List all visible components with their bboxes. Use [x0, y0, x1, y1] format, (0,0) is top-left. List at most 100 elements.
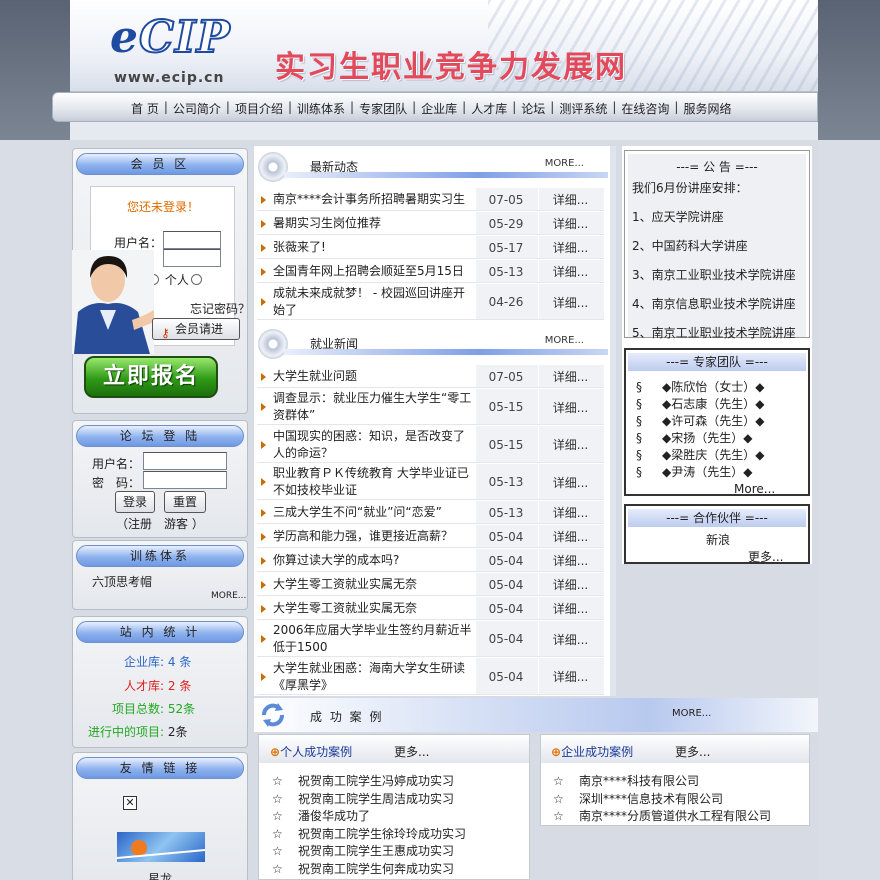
company-case-item-link[interactable]: 深圳****信息技术有限公司: [579, 792, 723, 806]
nav-item[interactable]: 项目介绍: [235, 100, 283, 117]
partners-more[interactable]: 更多...: [748, 548, 783, 565]
forum-username-input[interactable]: [143, 452, 227, 470]
signup-now-button[interactable]: 立即报名: [84, 356, 218, 398]
job-news-detail-link[interactable]: 详细...: [537, 528, 604, 545]
notice-item[interactable]: 4、南京信息职业技术学院讲座: [632, 295, 796, 312]
nav-item[interactable]: 训练体系: [297, 100, 345, 117]
job-news-title-link[interactable]: 你算过读大学的成本吗?: [257, 552, 475, 569]
job-news-title-link[interactable]: 大学生零工资就业实属无奈: [257, 576, 475, 593]
personal-case-item-link[interactable]: 祝贺南工院学生周洁成功实习: [298, 792, 454, 806]
job-news-detail-link[interactable]: 详细...: [537, 576, 604, 593]
forgot-password-link[interactable]: 忘记密码？: [190, 300, 250, 317]
company-case-item-link[interactable]: 南京****科技有限公司: [579, 774, 699, 788]
company-case-item-link[interactable]: 南京****分质管道供水工程有限公司: [579, 809, 771, 823]
expert-name-link[interactable]: ◆陈欣怡（女士）◆: [662, 380, 764, 394]
latest-news-title-link[interactable]: 张薇来了!: [257, 239, 475, 256]
forum-guest-link[interactable]: 游客: [164, 517, 188, 531]
expert-name-link[interactable]: ◆宋扬（先生）◆: [662, 431, 752, 445]
forum-login-button[interactable]: 登录: [115, 491, 155, 513]
forum-reset-button[interactable]: 重置: [164, 491, 206, 513]
job-news-detail-link[interactable]: 详细...: [537, 474, 604, 491]
notice-item[interactable]: 3、南京工业职业技术学院讲座: [632, 266, 796, 283]
job-news-detail-link[interactable]: 详细...: [537, 552, 604, 569]
member-password-input[interactable]: [163, 249, 221, 267]
nav-item[interactable]: 服务网络: [683, 100, 731, 117]
expert-name-link[interactable]: ◆尹涛（先生）◆: [662, 465, 752, 479]
nav-item[interactable]: 人才库: [471, 100, 507, 117]
notice-item[interactable]: 2、中国药科大学讲座: [632, 237, 748, 254]
nav-item[interactable]: 企业库: [421, 100, 457, 117]
personal-cases-link[interactable]: 个人成功案例: [280, 745, 352, 759]
personal-case-item-link[interactable]: 祝贺南工院学生王惠成功实习: [298, 844, 454, 858]
training-item[interactable]: 六顶思考帽: [92, 573, 152, 590]
site-logo[interactable]: eCIP: [110, 11, 231, 64]
partner-sina[interactable]: 新浪: [706, 531, 730, 548]
forum-password-input[interactable]: [143, 471, 227, 489]
job-news-detail-link[interactable]: 详细...: [537, 504, 604, 521]
job-news-title-link[interactable]: 大学生零工资就业实属无奈: [257, 600, 475, 617]
job-news-more[interactable]: MORE...: [545, 335, 584, 346]
nav-separator: |: [612, 100, 617, 114]
nav-item[interactable]: 测评系统: [559, 100, 607, 117]
nav-item[interactable]: 论坛: [521, 100, 545, 117]
latest-news-detail-link[interactable]: 详细...: [537, 239, 604, 256]
latest-news-title-link[interactable]: 暑期实习生岗位推荐: [257, 215, 475, 232]
nav-item[interactable]: 专家团队: [359, 100, 407, 117]
training-more-link[interactable]: MORE...: [211, 591, 246, 601]
latest-news-title-link[interactable]: 成就未来成就梦！ - 校园巡回讲座开始了: [257, 285, 475, 319]
expert-name-link[interactable]: ◆石志康（先生）◆: [662, 397, 764, 411]
latest-news-detail-link[interactable]: 详细...: [537, 294, 604, 311]
member-login-button[interactable]: ⚷ 会员请进: [152, 318, 240, 340]
cases-more[interactable]: MORE...: [672, 708, 711, 719]
latest-news-detail-link[interactable]: 详细...: [537, 191, 604, 208]
latest-news-date: 04-26: [488, 295, 524, 309]
partner-logo-image[interactable]: [116, 832, 206, 862]
latest-news-date: 05-17: [488, 240, 524, 255]
partner-caption[interactable]: 星龙: [148, 870, 172, 880]
job-news-title-link[interactable]: 大学生就业困惑：海南大学女生研读《厚黑学》: [257, 660, 475, 694]
job-news-date: 05-15: [488, 437, 524, 452]
personal-case-item-link[interactable]: 祝贺南工院学生冯婷成功实习: [298, 774, 454, 788]
star-icon: ☆: [272, 844, 283, 858]
nav-item[interactable]: 在线咨询: [621, 100, 669, 117]
broken-image-icon[interactable]: ✕: [123, 796, 137, 810]
job-news-title-link[interactable]: 大学生就业问题: [257, 368, 475, 385]
job-news-title-link[interactable]: 三成大学生不问“就业”问“恋爱”: [257, 504, 475, 521]
job-news-detail-link[interactable]: 详细...: [537, 399, 604, 416]
job-news-title-link[interactable]: 中国现实的困惑：知识，是否改变了人的命运？: [257, 428, 475, 462]
company-cases-more[interactable]: 更多...: [675, 743, 710, 760]
job-news-title-link[interactable]: 职业教育ＰＫ传统教育 大学毕业证已不如技校毕业证: [257, 465, 475, 499]
experts-more[interactable]: More...: [734, 482, 775, 496]
job-news-detail-link[interactable]: 详细...: [537, 600, 604, 617]
experts-panel: ---= 专家团队 =--- § ◆陈欣怡（女士）◆ § ◆石志康（先生）◆ § ◆许可森…: [624, 348, 810, 496]
member-username-input[interactable]: [163, 231, 221, 249]
type-person-radio[interactable]: [190, 274, 202, 285]
personal-case-item-link[interactable]: 潘俊华成功了: [298, 809, 370, 823]
notice-item[interactable]: 5、南京工业职业技术学院讲座: [632, 324, 796, 341]
latest-news-title-link[interactable]: 全国青年网上招聘会顺延至5月15日: [257, 263, 475, 280]
latest-news-detail-link[interactable]: 详细...: [537, 263, 604, 280]
latest-news-row: 张薇来了! 05-17 详细...: [257, 236, 604, 259]
nav-item[interactable]: 公司简介: [173, 100, 221, 117]
latest-news-more[interactable]: MORE...: [545, 158, 584, 169]
forum-register-link[interactable]: 注册: [128, 517, 152, 531]
job-news-detail-link[interactable]: 详细...: [537, 436, 604, 453]
job-news-detail-link[interactable]: 详细...: [537, 668, 604, 685]
job-news-detail-link[interactable]: 详细...: [537, 631, 604, 648]
job-news-detail-link[interactable]: 详细...: [537, 368, 604, 385]
latest-news-detail-link[interactable]: 详细...: [537, 215, 604, 232]
personal-cases-more[interactable]: 更多...: [394, 743, 429, 760]
job-news-date: 05-04: [488, 577, 524, 592]
job-news-title-link[interactable]: 调查显示：就业压力催生大学生“零工资群体”: [257, 390, 475, 424]
latest-news-title-link[interactable]: 南京****会计事务所招聘暑期实习生: [257, 191, 475, 208]
personal-case-item-link[interactable]: 祝贺南工院学生何奔成功实习: [298, 862, 454, 876]
expert-name-link[interactable]: ◆许可森（先生）◆: [662, 414, 764, 428]
nav-item[interactable]: 首 页: [131, 100, 159, 117]
expert-name-link[interactable]: ◆梁胜庆（先生）◆: [662, 448, 764, 462]
cases-header: 成 功 案 例 MORE...: [254, 698, 818, 732]
job-news-title-link[interactable]: 学历高和能力强，谁更接近高薪？: [257, 528, 475, 545]
personal-case-item-link[interactable]: 祝贺南工院学生徐玲玲成功实习: [298, 827, 466, 841]
job-news-title-link[interactable]: 2006年应届大学毕业生签约月薪近半低于1500: [257, 622, 475, 656]
notice-item[interactable]: 1、应天学院讲座: [632, 208, 724, 225]
company-cases-link[interactable]: 企业成功案例: [561, 745, 633, 759]
